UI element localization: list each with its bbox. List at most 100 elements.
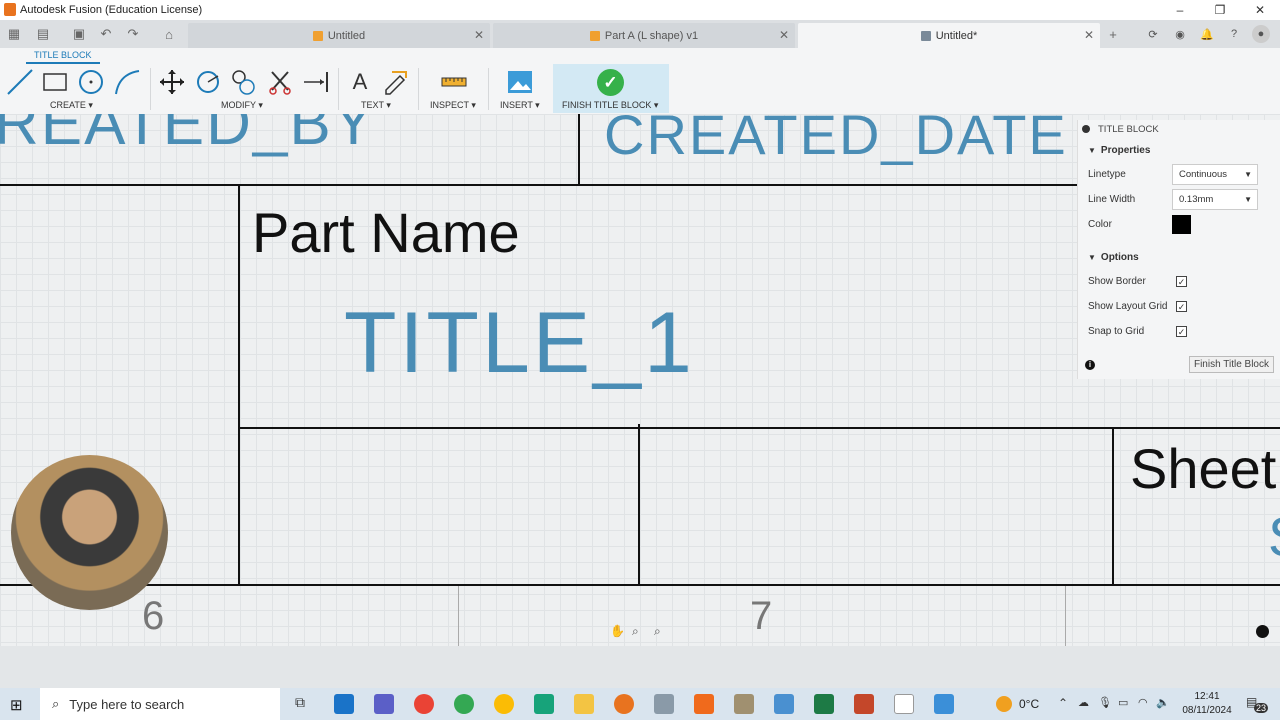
tab-close-button[interactable]: ✕: [779, 28, 789, 42]
chrome-profile-icon[interactable]: [454, 694, 474, 714]
battery-icon[interactable]: ▭: [1118, 696, 1128, 709]
show-border-row: Show Border ✓: [1078, 269, 1280, 294]
save-icon[interactable]: ▣: [70, 25, 88, 43]
border-line: [238, 427, 1280, 429]
modify-menu[interactable]: MODIFY ▾: [221, 100, 263, 111]
powerpoint-icon[interactable]: [854, 694, 874, 714]
separator: [488, 68, 489, 110]
outlook-icon[interactable]: [334, 694, 354, 714]
line-width-select[interactable]: 0.13mm ▼: [1172, 189, 1258, 210]
file-explorer-icon[interactable]: [574, 694, 594, 714]
text-icon[interactable]: A: [346, 68, 374, 96]
notepad-icon[interactable]: [894, 694, 914, 714]
excel-icon[interactable]: [814, 694, 834, 714]
task-view-icon[interactable]: ⧉: [290, 694, 310, 714]
app-grid-icon[interactable]: ▦: [5, 25, 23, 43]
zone-divider: [1065, 586, 1066, 646]
clock[interactable]: 12:41 08/11/2024: [1176, 690, 1238, 718]
rotate-icon[interactable]: [194, 68, 222, 96]
inspect-menu[interactable]: INSPECT ▾: [430, 100, 476, 111]
volume-icon[interactable]: 🔈: [1156, 696, 1170, 709]
color-swatch[interactable]: [1172, 215, 1191, 234]
rectangle-icon[interactable]: [41, 68, 69, 96]
part-name-label[interactable]: Part Name: [252, 200, 520, 265]
pan-icon[interactable]: ✋: [610, 624, 625, 638]
tab-part-a[interactable]: Part A (L shape) v1 ✕: [493, 23, 795, 48]
extensions-icon[interactable]: ⟳: [1144, 25, 1162, 43]
circle-icon[interactable]: [77, 68, 105, 96]
maximize-button[interactable]: ❐: [1200, 0, 1240, 20]
undo-icon[interactable]: ↶: [97, 25, 115, 43]
zoom-icon[interactable]: ⌕: [654, 624, 661, 639]
chrome-icon[interactable]: [414, 694, 434, 714]
home-icon[interactable]: ⌂: [160, 25, 178, 43]
windows-start-icon[interactable]: ⊞: [10, 696, 23, 714]
snap-to-grid-checkbox[interactable]: ✓: [1176, 326, 1187, 337]
user-avatar[interactable]: ●: [1252, 25, 1270, 43]
sheet-label[interactable]: Sheet: [1130, 436, 1276, 501]
show-layout-grid-label: Show Layout Grid: [1088, 301, 1168, 312]
wifi-icon[interactable]: ◠: [1138, 696, 1148, 709]
zoom-window-icon[interactable]: ⌕: [632, 624, 639, 639]
title-field[interactable]: TITLE_1: [344, 294, 695, 393]
help-icon[interactable]: ?: [1225, 25, 1243, 43]
new-tab-icon[interactable]: +: [1104, 25, 1122, 43]
insert-image-icon[interactable]: [506, 68, 534, 96]
created-by-field[interactable]: REATED_BY: [0, 114, 376, 159]
minimize-button[interactable]: –: [1160, 0, 1200, 20]
properties-section-header[interactable]: ▼ Properties: [1078, 138, 1280, 162]
app-icon[interactable]: [734, 694, 754, 714]
teams-icon[interactable]: [374, 694, 394, 714]
tab-untitled-drawing[interactable]: Untitled* ✕: [798, 23, 1100, 48]
collapse-icon[interactable]: [1082, 125, 1090, 133]
status-bar: [0, 646, 1280, 688]
scale-icon[interactable]: [230, 68, 258, 96]
show-border-checkbox[interactable]: ✓: [1176, 276, 1187, 287]
navigation-icon[interactable]: [1256, 625, 1269, 638]
info-icon[interactable]: i: [1085, 360, 1095, 370]
notifications-icon[interactable]: 🔔: [1198, 25, 1216, 43]
tab-untitled[interactable]: Untitled ✕: [188, 23, 490, 48]
finish-title-block-button[interactable]: ✓ FINISH TITLE BLOCK ▾: [553, 64, 669, 113]
arc-icon[interactable]: [113, 68, 141, 96]
tab-close-button[interactable]: ✕: [474, 28, 484, 42]
sheet-field[interactable]: S: [1268, 504, 1280, 569]
close-window-button[interactable]: ✕: [1240, 0, 1280, 20]
microphone-icon[interactable]: 🎙: [1098, 696, 1112, 709]
redo-icon[interactable]: ↷: [124, 25, 142, 43]
job-status-icon[interactable]: ◉: [1171, 25, 1189, 43]
network-icon[interactable]: ☁: [1078, 696, 1089, 709]
border-line: [0, 584, 1280, 586]
chrome-profile-2-icon[interactable]: [494, 694, 514, 714]
created-date-field[interactable]: CREATED_DATE: [604, 114, 1068, 167]
fusion-taskbar-icon[interactable]: [614, 694, 634, 714]
text-menu[interactable]: TEXT ▾: [361, 100, 391, 111]
line-icon[interactable]: [6, 68, 34, 96]
options-section-header[interactable]: ▼ Options: [1078, 245, 1280, 269]
dropdown-arrow-icon: ▼: [1244, 195, 1252, 204]
file-menu-icon[interactable]: ▤: [34, 25, 52, 43]
show-layout-grid-checkbox[interactable]: ✓: [1176, 301, 1187, 312]
finish-title-block-panel-button[interactable]: Finish Title Block: [1188, 356, 1274, 373]
panel-header[interactable]: TITLE BLOCK: [1078, 120, 1280, 138]
app-icon[interactable]: [534, 694, 554, 714]
app-icon[interactable]: [654, 694, 674, 714]
extend-icon[interactable]: [302, 68, 330, 96]
taskbar-search[interactable]: ⌕ Type here to search: [40, 688, 280, 720]
weather-icon[interactable]: [996, 696, 1012, 712]
ribbon-toolbar: TITLE BLOCK CREATE ▾ MODIFY ▾ A TEXT ▾ I…: [0, 48, 1280, 114]
app-icon[interactable]: [934, 694, 954, 714]
tab-title-block[interactable]: TITLE BLOCK: [26, 48, 100, 64]
measure-icon[interactable]: [440, 68, 468, 96]
move-icon[interactable]: [158, 68, 186, 96]
edit-text-icon[interactable]: [382, 68, 410, 96]
app-icon[interactable]: [774, 694, 794, 714]
trim-icon[interactable]: [266, 68, 294, 96]
tab-close-button[interactable]: ✕: [1084, 28, 1094, 42]
create-menu[interactable]: CREATE ▾: [50, 100, 93, 111]
linetype-select[interactable]: Continuous ▼: [1172, 164, 1258, 185]
tray-chevron-icon[interactable]: ⌃: [1058, 696, 1068, 710]
insert-menu[interactable]: INSERT ▾: [500, 100, 540, 111]
app-icon[interactable]: [694, 694, 714, 714]
tab-label: Untitled*: [935, 29, 978, 42]
